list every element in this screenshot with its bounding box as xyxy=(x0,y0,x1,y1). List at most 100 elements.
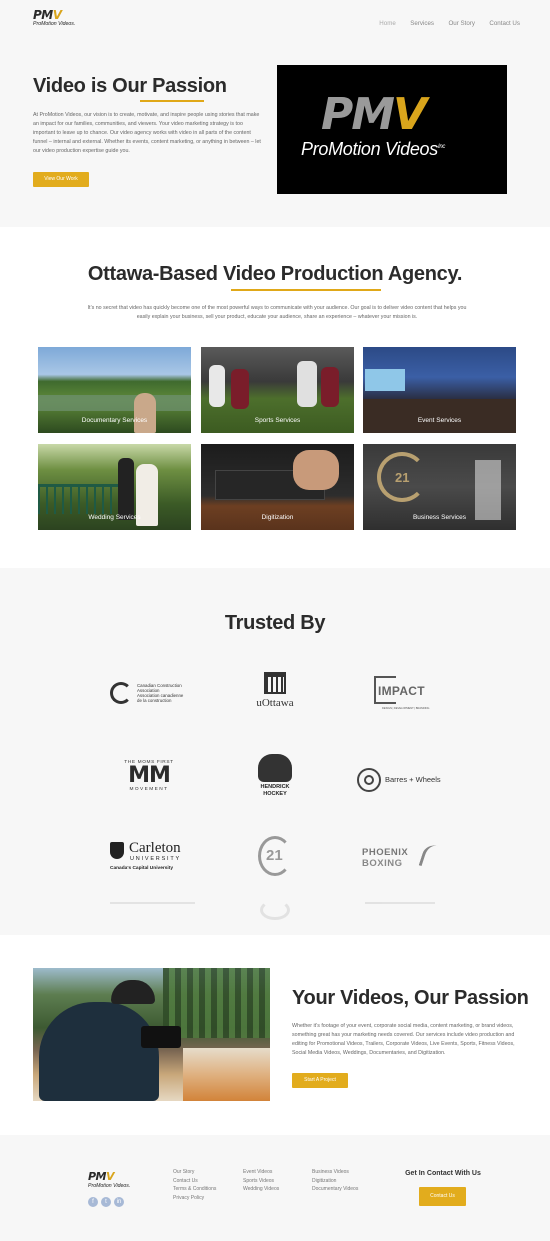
tile-label: Business Services xyxy=(412,514,467,521)
logo-phoenix-boxing: PHOENIX BOXING xyxy=(360,842,440,874)
footer-logo-text-accent: V xyxy=(106,1170,115,1183)
scene-hand xyxy=(293,450,339,490)
hero-body: At ProMotion Videos, our vision is to cr… xyxy=(33,112,261,154)
tile-business[interactable]: 21 Business Services xyxy=(363,444,516,530)
moms-mm-mark: MM xyxy=(128,763,171,788)
footer-link-sports-videos[interactable]: Sports Videos xyxy=(243,1177,279,1186)
pmv-large-subtext-main: ProMotion Videos xyxy=(301,139,438,159)
nav-services[interactable]: Services xyxy=(410,20,434,27)
logo-text: PM xyxy=(33,8,53,22)
pmv-large-inc: Inc xyxy=(437,144,446,150)
site-header: PMV ProMotion Videos. Home Services Our … xyxy=(0,0,550,40)
tile-event[interactable]: Event Services xyxy=(363,347,516,433)
footer-col-3: Business Videos Digitization Documentary… xyxy=(312,1168,358,1194)
hero-title-underline xyxy=(140,100,204,102)
header-logo[interactable]: PMV ProMotion Videos. xyxy=(33,8,93,27)
footer-link-documentary-videos[interactable]: Documentary Videos xyxy=(312,1185,358,1194)
footer-link-our-story[interactable]: Our Story xyxy=(173,1168,216,1177)
carleton-wordmark: Carleton xyxy=(129,840,181,856)
uottawa-building-icon xyxy=(264,672,286,694)
logo-hockey: HENDRICK HOCKEY xyxy=(248,754,302,806)
agency-section: Ottawa-Based Video Production Agency. It… xyxy=(0,227,550,568)
start-project-button[interactable]: Start A Project xyxy=(292,1073,348,1088)
footer-link-business-videos[interactable]: Business Videos xyxy=(312,1168,358,1177)
scene-bridge xyxy=(38,484,120,514)
cca-icon xyxy=(110,682,132,704)
passion-section: Your Videos, Our Passion Whether it’s fo… xyxy=(0,935,550,1135)
nav-contact-us[interactable]: Contact Us xyxy=(489,20,520,27)
tile-wedding[interactable]: Wedding Services xyxy=(38,444,191,530)
scene-groom xyxy=(118,458,134,520)
scene-c21-number: 21 xyxy=(395,470,410,485)
passion-title: Your Videos, Our Passion xyxy=(292,987,529,1009)
footer-social: f t in xyxy=(88,1190,127,1208)
scene-window xyxy=(475,460,501,520)
trusted-section: Trusted By Canadian Construction Associa… xyxy=(0,568,550,935)
tile-label: Documentary Services xyxy=(81,417,148,424)
passion-image xyxy=(33,968,270,1101)
scene-camera xyxy=(141,1026,181,1048)
agency-title: Ottawa-Based Video Production Agency. xyxy=(87,263,463,285)
logo-century21: 21 xyxy=(256,836,296,878)
scene-player-3 xyxy=(297,361,317,407)
pmv-large-letter-accent: V xyxy=(393,89,427,140)
footer-link-digitization[interactable]: Digitization xyxy=(312,1177,358,1186)
agency-title-underline xyxy=(231,289,381,291)
logo-impact: IMPACT DESIGN | DEVELOPMENT | BRANDING xyxy=(372,676,432,716)
footer-logo-subtext: ProMotion Videos. xyxy=(88,1183,131,1189)
logo-text-accent: V xyxy=(52,8,62,22)
impact-wordmark: IMPACT xyxy=(378,684,425,698)
logo-cca: Canadian Construction Association Associ… xyxy=(110,680,195,710)
nav-home[interactable]: Home xyxy=(379,20,396,27)
footer-link-privacy[interactable]: Privacy Policy xyxy=(173,1194,216,1203)
scene-player-4 xyxy=(321,367,339,407)
scene-person xyxy=(134,393,156,433)
hero-title: Video is Our Passion xyxy=(33,75,227,97)
tile-sports[interactable]: Sports Services xyxy=(201,347,354,433)
barres-wordmark: Barres + Wheels xyxy=(385,775,441,784)
scene-waterfall xyxy=(183,1048,270,1101)
faded-logo-2 xyxy=(260,900,290,920)
linkedin-icon[interactable]: in xyxy=(114,1197,124,1207)
passion-body: Whether it’s footage of your event, corp… xyxy=(292,1023,515,1056)
impact-tagline: DESIGN | DEVELOPMENT | BRANDING xyxy=(382,707,430,710)
carleton-university: UNIVERSITY xyxy=(130,856,182,862)
faded-logo-1 xyxy=(110,902,195,904)
logo-uottawa: uOttawa xyxy=(245,672,305,718)
footer-link-event-videos[interactable]: Event Videos xyxy=(243,1168,279,1177)
phoenix-sub: BOXING xyxy=(362,858,403,869)
logo-subtext: ProMotion Videos. xyxy=(33,21,76,27)
tile-label: Sports Services xyxy=(254,417,301,424)
facebook-icon[interactable]: f xyxy=(88,1197,98,1207)
footer-col-1: Our Story Contact Us Terms & Conditions … xyxy=(173,1168,216,1202)
footer-contact-heading: Get In Contact With Us xyxy=(405,1170,481,1177)
scene-videographer xyxy=(39,1002,159,1101)
nav-our-story[interactable]: Our Story xyxy=(448,20,474,27)
agency-body: It’s no secret that video has quickly be… xyxy=(87,305,467,320)
logo-barres-wheels: Barres + Wheels xyxy=(357,768,447,794)
twitter-icon[interactable]: t xyxy=(101,1197,111,1207)
logo-carleton: Carleton UNIVERSITY Canada's Capital Uni… xyxy=(110,840,196,876)
hockey-wordmark: HENDRICK HOCKEY xyxy=(260,784,290,797)
cca-line-4: de la construction xyxy=(137,698,172,703)
trusted-title: Trusted By xyxy=(224,612,326,634)
footer-contact-button[interactable]: Contact Us xyxy=(419,1187,466,1206)
barres-icon-dot xyxy=(364,775,374,785)
hero-section: Video is Our Passion At ProMotion Videos… xyxy=(0,40,550,227)
footer-link-terms[interactable]: Terms & Conditions xyxy=(173,1185,216,1194)
c21-number: 21 xyxy=(266,847,283,864)
footer-link-wedding-videos[interactable]: Wedding Videos xyxy=(243,1185,279,1194)
tile-documentary[interactable]: Documentary Services xyxy=(38,347,191,433)
scene-crowd xyxy=(363,399,516,433)
footer-link-contact-us[interactable]: Contact Us xyxy=(173,1177,216,1186)
pmv-large-logo: PMV xyxy=(321,89,427,140)
phoenix-bird-icon xyxy=(418,842,440,870)
footer-logo-text: PM xyxy=(88,1170,107,1183)
view-our-work-button[interactable]: View Our Work xyxy=(33,172,89,187)
hero-logo-image: PMV ProMotion VideosInc xyxy=(277,65,507,194)
tile-label: Event Services xyxy=(417,417,462,424)
footer-logo[interactable]: PMV ProMotion Videos. xyxy=(88,1170,138,1189)
faded-logo-3 xyxy=(365,902,435,904)
tile-label: Wedding Services xyxy=(88,514,141,521)
tile-digitization[interactable]: Digitization xyxy=(201,444,354,530)
